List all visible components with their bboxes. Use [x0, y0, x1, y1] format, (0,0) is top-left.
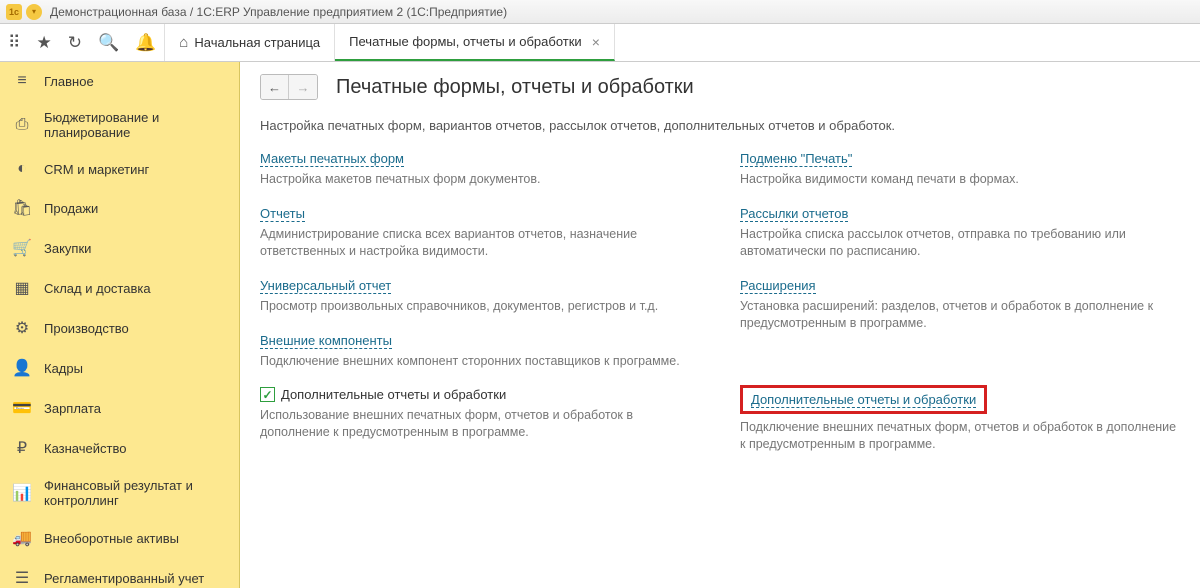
- page-subtitle: Настройка печатных форм, вариантов отчет…: [260, 118, 1180, 133]
- chart-icon: 📊: [12, 483, 32, 503]
- sidebar: ≡Главное ⎙Бюджетирование и планирование …: [0, 62, 240, 588]
- tabs: ⌂ Начальная страница Печатные формы, отч…: [165, 24, 615, 61]
- block-templates: Макеты печатных форм Настройка макетов п…: [260, 151, 700, 188]
- sidebar-item-crm[interactable]: ◐ CRM и маркетинг: [0, 150, 239, 188]
- desc-external-comp: Подключение внешних компонент сторонних …: [260, 353, 700, 370]
- tab-home-label: Начальная страница: [194, 35, 320, 50]
- sidebar-item-label: Кадры: [44, 361, 83, 376]
- right-column: Подменю "Печать" Настройка видимости ком…: [740, 151, 1180, 471]
- sidebar-item-assets[interactable]: 🚚 Внеоборотные активы: [0, 518, 239, 558]
- history-icon[interactable]: ↻: [68, 33, 82, 53]
- titlebar-text: Демонстрационная база / 1С:ERP Управлени…: [50, 5, 507, 19]
- sidebar-item-warehouse[interactable]: ▦ Склад и доставка: [0, 268, 239, 308]
- search-icon[interactable]: 🔍: [98, 33, 119, 53]
- home-icon: ⌂: [179, 34, 188, 51]
- sidebar-item-label: Склад и доставка: [44, 281, 151, 296]
- sidebar-item-production[interactable]: ⚙ Производство: [0, 308, 239, 348]
- columns: Макеты печатных форм Настройка макетов п…: [260, 151, 1180, 471]
- link-reports[interactable]: Отчеты: [260, 206, 305, 222]
- app-dropdown-icon[interactable]: ▾: [26, 4, 42, 20]
- app-logo-icon: 1c: [6, 4, 22, 20]
- truck-icon: 🚚: [12, 528, 32, 548]
- menu-grid-icon[interactable]: ⠿: [8, 33, 20, 53]
- page-title: Печатные формы, отчеты и обработки: [336, 76, 694, 99]
- person-icon: 👤: [12, 358, 32, 378]
- link-additional-reports[interactable]: Дополнительные отчеты и обработки: [751, 392, 976, 408]
- card-icon: 💳: [12, 398, 32, 418]
- block-extensions: Расширения Установка расширений: раздело…: [740, 278, 1180, 332]
- block-mailing: Рассылки отчетов Настройка списка рассыл…: [740, 206, 1180, 260]
- list-icon: ≡: [12, 72, 32, 90]
- sidebar-item-label: Зарплата: [44, 401, 101, 416]
- sidebar-item-label: Казначейство: [44, 441, 126, 456]
- link-extensions[interactable]: Расширения: [740, 278, 816, 294]
- sidebar-item-purchase[interactable]: 🛒 Закупки: [0, 228, 239, 268]
- sidebar-item-finance[interactable]: 📊 Финансовый результат и контроллинг: [0, 468, 239, 518]
- gear-icon: ⚙: [12, 318, 32, 338]
- sidebar-item-hr[interactable]: 👤 Кадры: [0, 348, 239, 388]
- sidebar-item-label: Продажи: [44, 201, 98, 216]
- sidebar-item-label: Бюджетирование и планирование: [44, 110, 227, 140]
- link-universal[interactable]: Универсальный отчет: [260, 278, 391, 294]
- block-reports: Отчеты Администрирование списка всех вар…: [260, 206, 700, 260]
- sidebar-item-main[interactable]: ≡ Главное: [0, 62, 239, 100]
- titlebar: 1c ▾ Демонстрационная база / 1С:ERP Упра…: [0, 0, 1200, 24]
- sidebar-item-label: Закупки: [44, 241, 91, 256]
- desc-extensions: Установка расширений: разделов, отчетов …: [740, 298, 1180, 332]
- desc-universal: Просмотр произвольных справочников, доку…: [260, 298, 700, 315]
- block-checkbox: ✓ Дополнительные отчеты и обработки Испо…: [260, 387, 700, 441]
- sidebar-item-label: Регламентированный учет: [44, 571, 204, 586]
- back-button[interactable]: ←: [261, 75, 289, 99]
- checkbox-checked-icon[interactable]: ✓: [260, 387, 275, 402]
- link-templates[interactable]: Макеты печатных форм: [260, 151, 404, 167]
- desc-reports: Администрирование списка всех вариантов …: [260, 226, 700, 260]
- nav-arrows: ← →: [260, 74, 318, 100]
- desc-additional-reports: Подключение внешних печатных форм, отчет…: [740, 419, 1180, 453]
- highlight-box: Дополнительные отчеты и обработки: [740, 385, 987, 414]
- link-mailing[interactable]: Рассылки отчетов: [740, 206, 848, 222]
- checkbox-label: Дополнительные отчеты и обработки: [281, 387, 506, 402]
- toolbar-icons: ⠿ ★ ↻ 🔍 🔔: [0, 24, 165, 61]
- close-icon[interactable]: ×: [592, 34, 600, 50]
- link-print-menu[interactable]: Подменю "Печать": [740, 151, 852, 167]
- sidebar-item-sales[interactable]: 🛍 Продажи: [0, 188, 239, 228]
- sidebar-item-label: Производство: [44, 321, 129, 336]
- cart-icon: 🛒: [12, 238, 32, 258]
- checkbox-row[interactable]: ✓ Дополнительные отчеты и обработки: [260, 387, 700, 402]
- sidebar-item-salary[interactable]: 💳 Зарплата: [0, 388, 239, 428]
- sidebar-item-label: Главное: [44, 74, 94, 89]
- star-icon[interactable]: ★: [36, 33, 51, 53]
- pie-icon: ◐: [12, 160, 32, 178]
- sidebar-item-label: Внеоборотные активы: [44, 531, 179, 546]
- bell-icon[interactable]: 🔔: [135, 33, 156, 53]
- toolbar: ⠿ ★ ↻ 🔍 🔔 ⌂ Начальная страница Печатные …: [0, 24, 1200, 62]
- sidebar-item-label: Финансовый результат и контроллинг: [44, 478, 227, 508]
- block-external-comp: Внешние компоненты Подключение внешних к…: [260, 333, 700, 370]
- block-universal: Универсальный отчет Просмотр произвольны…: [260, 278, 700, 315]
- left-column: Макеты печатных форм Настройка макетов п…: [260, 151, 700, 471]
- desc-print-menu: Настройка видимости команд печати в форм…: [740, 171, 1180, 188]
- desc-mailing: Настройка списка рассылок отчетов, отпра…: [740, 226, 1180, 260]
- ruble-icon: ₽: [12, 438, 32, 458]
- sidebar-item-label: CRM и маркетинг: [44, 162, 149, 177]
- block-print-menu: Подменю "Печать" Настройка видимости ком…: [740, 151, 1180, 188]
- grid-icon: ▦: [12, 278, 32, 298]
- content: ← → Печатные формы, отчеты и обработки Н…: [240, 62, 1200, 588]
- desc-checkbox: Использование внешних печатных форм, отч…: [260, 407, 700, 441]
- sidebar-item-treasury[interactable]: ₽ Казначейство: [0, 428, 239, 468]
- lines-icon: ☰: [12, 568, 32, 588]
- link-external-comp[interactable]: Внешние компоненты: [260, 333, 392, 349]
- sidebar-item-budget[interactable]: ⎙ Бюджетирование и планирование: [0, 100, 239, 150]
- desc-templates: Настройка макетов печатных форм документ…: [260, 171, 700, 188]
- block-highlight: Дополнительные отчеты и обработки Подклю…: [740, 385, 1180, 453]
- bag-icon: 🛍: [12, 198, 32, 218]
- budget-icon: ⎙: [12, 116, 32, 134]
- sidebar-item-accounting[interactable]: ☰ Регламентированный учет: [0, 558, 239, 588]
- forward-button[interactable]: →: [289, 75, 317, 99]
- tab-print-forms[interactable]: Печатные формы, отчеты и обработки ×: [335, 24, 615, 61]
- tab-home[interactable]: ⌂ Начальная страница: [165, 24, 335, 61]
- content-header: ← → Печатные формы, отчеты и обработки: [260, 62, 1180, 108]
- tab-active-label: Печатные формы, отчеты и обработки: [349, 34, 582, 49]
